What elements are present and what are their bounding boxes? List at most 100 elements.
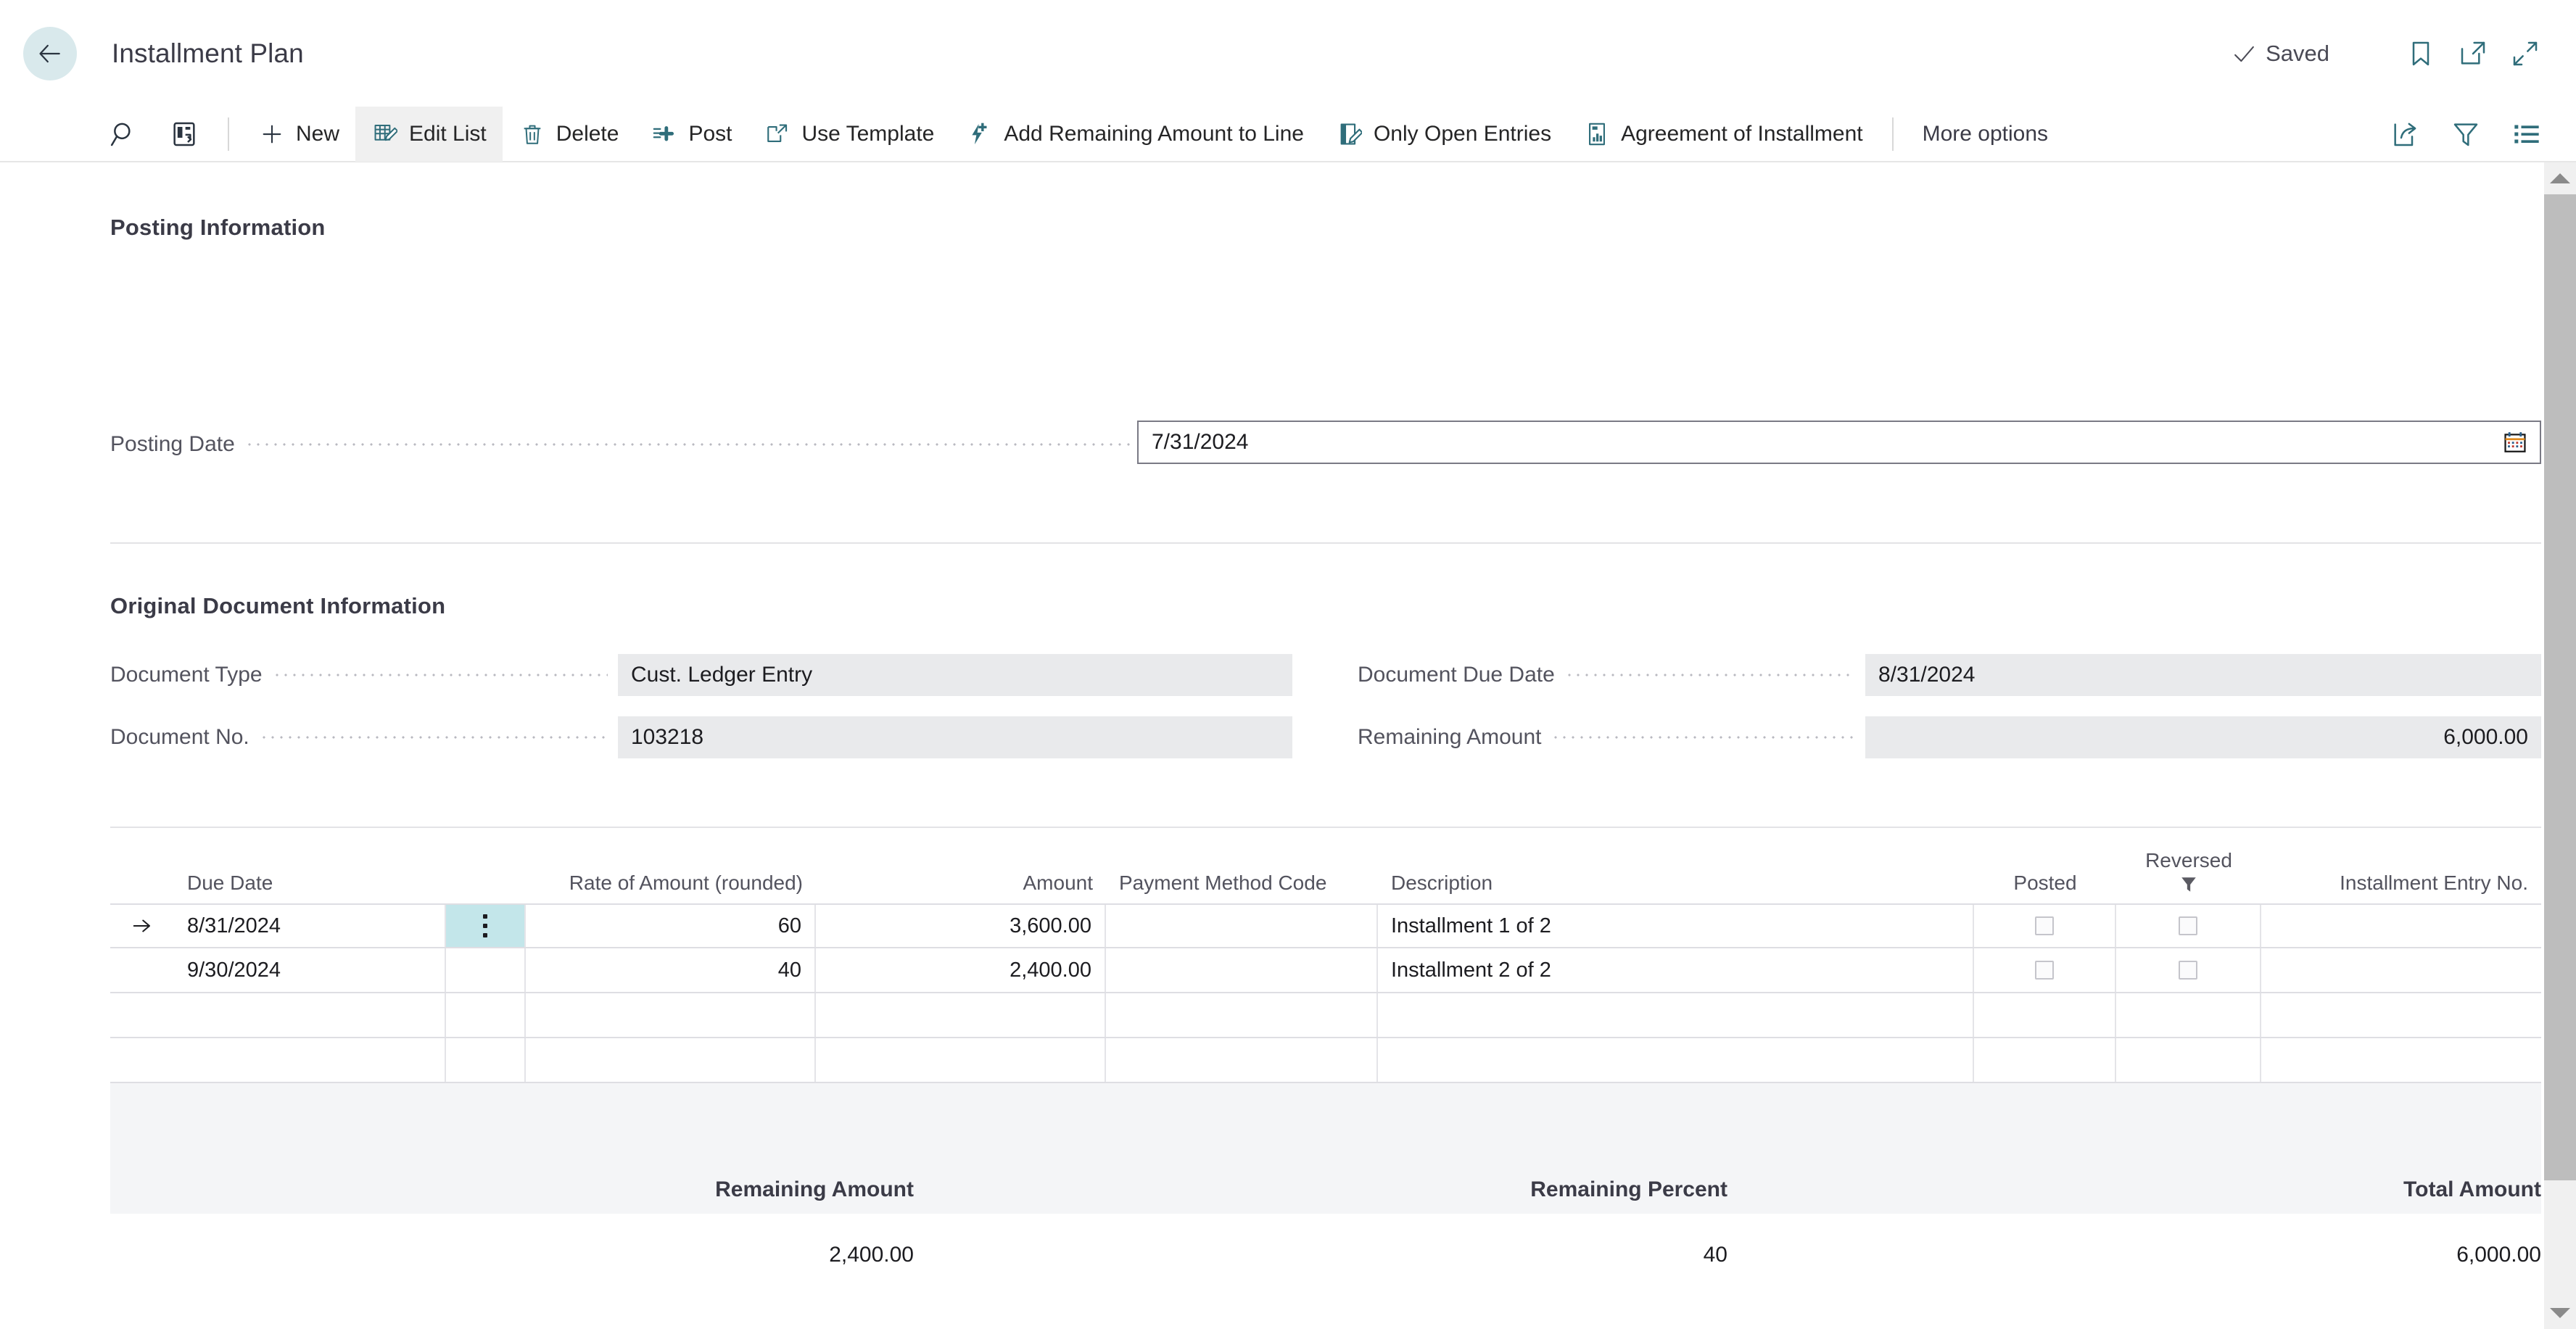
total-remaining-amount-label: Remaining Amount	[715, 1177, 914, 1201]
cell-entry-no[interactable]	[2261, 993, 2541, 1037]
grid-header-rate[interactable]: Rate of Amount (rounded)	[526, 871, 816, 903]
show-list-button[interactable]	[2496, 107, 2557, 162]
cell-payment-method[interactable]	[1106, 1038, 1378, 1082]
grid-header-description[interactable]: Description	[1378, 871, 1974, 903]
more-menu-icon[interactable]	[483, 914, 487, 937]
scroll-up-button[interactable]	[2544, 162, 2576, 194]
collapse-button[interactable]	[2499, 28, 2551, 80]
cell-description[interactable]: Installment 1 of 2	[1378, 905, 1974, 947]
leader-dots	[1551, 726, 1855, 748]
cell-due-date[interactable]: 9/30/2024	[174, 948, 446, 992]
document-type-label: Document Type	[110, 663, 263, 687]
cell-posted[interactable]	[1974, 993, 2116, 1037]
cell-amount[interactable]	[816, 993, 1106, 1037]
cell-entry-no[interactable]	[2261, 905, 2541, 947]
posted-checkbox[interactable]	[2035, 916, 2054, 935]
cell-posted[interactable]	[1974, 948, 2116, 992]
bookmark-button[interactable]	[2395, 28, 2447, 80]
grid-header-due-date[interactable]: Due Date	[174, 871, 446, 903]
open-in-new-window-button[interactable]	[2447, 28, 2499, 80]
cell-amount[interactable]: 2,400.00	[816, 948, 1106, 992]
grid-header-entry-no[interactable]: Installment Entry No.	[2261, 871, 2541, 903]
calendar-icon[interactable]	[2499, 426, 2531, 458]
cell-due-date[interactable]: 8/31/2024	[174, 905, 446, 947]
arrow-right-icon	[133, 919, 150, 932]
grid-header-reversed[interactable]: Reversed	[2116, 849, 2261, 903]
grid-header-posted[interactable]: Posted	[1974, 871, 2116, 903]
cell-amount[interactable]: 3,600.00	[816, 905, 1106, 947]
cell-description[interactable]: Installment 2 of 2	[1378, 948, 1974, 992]
row-actions-cell[interactable]	[446, 1038, 526, 1082]
table-row-empty[interactable]	[110, 993, 2541, 1038]
cell-rate[interactable]: 60	[526, 905, 816, 947]
plus-icon	[258, 120, 286, 148]
list-icon	[2514, 125, 2539, 144]
vertical-scrollbar[interactable]	[2544, 162, 2576, 1329]
row-actions-cell[interactable]	[446, 948, 526, 992]
cell-payment-method[interactable]	[1106, 993, 1378, 1037]
cell-amount[interactable]	[816, 1038, 1106, 1082]
cell-description[interactable]	[1378, 993, 1974, 1037]
edit-list-icon	[371, 120, 399, 148]
new-button[interactable]: New	[242, 107, 355, 162]
back-button[interactable]	[23, 27, 77, 80]
document-due-date-value-field[interactable]: 8/31/2024	[1865, 654, 2541, 696]
use-template-button[interactable]: Use Template	[748, 107, 950, 162]
reversed-checkbox[interactable]	[2179, 916, 2197, 935]
cell-posted[interactable]	[1974, 905, 2116, 947]
document-no-value-field[interactable]: 103218	[618, 716, 1292, 758]
agreement-of-installment-button[interactable]: Agreement of Installment	[1567, 107, 1879, 162]
share-button[interactable]	[2374, 107, 2435, 162]
add-remaining-amount-button[interactable]: Add Remaining Amount to Line	[950, 107, 1320, 162]
table-row[interactable]: 9/30/2024 40 2,400.00 Installment 2 of 2	[110, 948, 2541, 993]
row-actions-cell[interactable]	[446, 993, 526, 1037]
cell-entry-no[interactable]	[2261, 948, 2541, 992]
cell-reversed[interactable]	[2116, 905, 2261, 947]
document-type-value-field[interactable]: Cust. Ledger Entry	[618, 654, 1292, 696]
reversed-checkbox[interactable]	[2179, 961, 2197, 980]
cell-posted[interactable]	[1974, 1038, 2116, 1082]
command-bar-right-actions	[2374, 107, 2576, 162]
scrollbar-thumb[interactable]	[2544, 194, 2576, 1180]
open-in-excel-button[interactable]	[154, 107, 215, 162]
cell-description[interactable]	[1378, 1038, 1974, 1082]
grid-header-amount[interactable]: Amount	[816, 871, 1106, 903]
total-remaining-percent: Remaining Percent 40	[914, 1177, 1727, 1267]
cell-due-date[interactable]	[174, 993, 446, 1037]
table-row[interactable]: 8/31/2024 60 3,600.00 Installment 1 of 2	[110, 903, 2541, 948]
grid-header-payment-method[interactable]: Payment Method Code	[1106, 871, 1378, 903]
posting-date-input[interactable]: 7/31/2024	[1137, 421, 2541, 464]
posted-checkbox[interactable]	[2035, 961, 2054, 980]
table-row-empty[interactable]	[110, 1038, 2541, 1083]
total-remaining-amount-value: 2,400.00	[829, 1243, 914, 1267]
row-actions-cell[interactable]	[446, 905, 526, 947]
delete-button[interactable]: Delete	[503, 107, 635, 162]
scroll-down-button[interactable]	[2544, 1297, 2576, 1329]
search-button[interactable]	[93, 107, 154, 162]
cell-rate[interactable]	[526, 993, 816, 1037]
cell-reversed[interactable]	[2116, 1038, 2261, 1082]
total-amount-label: Total Amount	[2403, 1177, 2541, 1201]
cell-rate[interactable]	[526, 1038, 816, 1082]
document-no-value: 103218	[631, 725, 704, 749]
edit-list-button[interactable]: Edit List	[355, 107, 503, 162]
cell-entry-no[interactable]	[2261, 1038, 2541, 1082]
filter-button[interactable]	[2435, 107, 2496, 162]
search-icon	[110, 123, 131, 146]
remaining-amount-value-field[interactable]: 6,000.00	[1865, 716, 2541, 758]
cell-payment-method[interactable]	[1106, 948, 1378, 992]
total-remaining-percent-label: Remaining Percent	[1530, 1177, 1727, 1201]
cell-rate[interactable]: 40	[526, 948, 816, 992]
cell-due-date[interactable]	[174, 1038, 446, 1082]
scrollbar-track[interactable]	[2544, 1180, 2576, 1297]
posting-date-label: Posting Date	[110, 432, 235, 456]
title-bar: Installment Plan Saved	[0, 0, 2576, 107]
more-options-button[interactable]: More options	[1907, 107, 2064, 162]
cell-reversed[interactable]	[2116, 993, 2261, 1037]
filter-icon	[2453, 123, 2478, 146]
only-open-entries-button[interactable]: Only Open Entries	[1320, 107, 1567, 162]
column-filter-icon[interactable]	[2179, 875, 2198, 899]
cell-reversed[interactable]	[2116, 948, 2261, 992]
post-button[interactable]: Post	[635, 107, 748, 162]
cell-payment-method[interactable]	[1106, 905, 1378, 947]
